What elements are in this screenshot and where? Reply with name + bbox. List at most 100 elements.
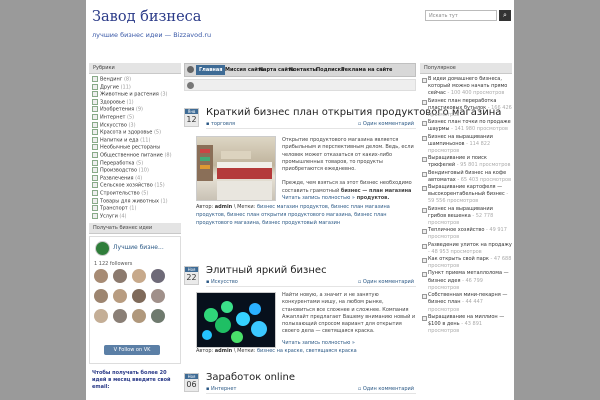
avatar[interactable] (94, 309, 108, 324)
rss-icon[interactable] (187, 81, 194, 89)
post-comments[interactable]: ▫ Один комментарий (358, 279, 414, 285)
category-label: Напитки и еда (100, 137, 139, 144)
avatar[interactable] (151, 309, 165, 324)
category-count: (1) (160, 198, 168, 204)
category-item[interactable]: Общественное питание (8) (89, 151, 181, 160)
post-date: Ноя 06 (184, 373, 199, 392)
category-item[interactable]: Развлечения (4) (89, 174, 181, 183)
popular-item[interactable]: Бизнес план точки по продаже шаурмы - 14… (420, 119, 512, 133)
post-category-label: Интернет (210, 386, 237, 392)
post-author[interactable]: admin (215, 204, 232, 210)
category-item[interactable]: Строительство (5) (89, 189, 181, 198)
popular-item-views: - 141 980 просмотров (451, 126, 508, 133)
post-comments[interactable]: ▫ Один комментарий (358, 121, 414, 127)
rubrics-title: Рубрики (89, 63, 181, 74)
category-count: (1) (129, 205, 137, 212)
avatar[interactable] (94, 289, 108, 304)
popular-item[interactable]: Собственная мини-пекарня — бизнес план -… (420, 292, 512, 314)
post-author[interactable]: admin (215, 348, 232, 354)
search-input[interactable]: Искать тут (425, 10, 497, 21)
category-count: (5) (127, 114, 135, 121)
avatar[interactable] (151, 269, 165, 284)
read-more-link[interactable]: Читать запись полностью » (282, 340, 355, 346)
home-icon[interactable] (187, 66, 194, 73)
category-count: (8) (123, 76, 132, 83)
read-more-after: продуктов. (354, 195, 390, 202)
avatar[interactable] (113, 309, 127, 324)
popular-item[interactable]: Как открыть свой парк - 47 688 просмотро… (420, 256, 512, 270)
vk-follow-button[interactable]: ᐯ Follow on VK (104, 345, 160, 356)
category-count: (4) (135, 175, 143, 182)
nav-item-ads[interactable]: Реклама на сайте (338, 65, 395, 75)
search-icon[interactable]: ⌕ (499, 10, 511, 21)
category-item[interactable]: Товары для животных (1) (89, 197, 181, 206)
popular-item[interactable]: Бизнес план переработка пластиковых буты… (420, 98, 512, 120)
category-item[interactable]: Интернет (5) (89, 113, 181, 122)
popular-item[interactable]: Пункт приема металлолома — бизнес идея -… (420, 270, 512, 292)
post-title[interactable]: Заработок online (206, 372, 295, 383)
popular-item-label: Разведение улиток на продажу (428, 241, 512, 248)
category-count: (4) (119, 213, 127, 220)
post-image[interactable] (196, 292, 276, 348)
read-more-line: Читать запись полностью » (282, 340, 416, 347)
category-label: Сельское хозяйство (100, 182, 153, 189)
popular-item[interactable]: Выращивание картофеля — высокорентабельн… (420, 184, 512, 206)
popular-item[interactable]: Разведение улиток на продажу - 48 953 пр… (420, 242, 512, 256)
category-checkbox-icon (92, 189, 98, 196)
get-ideas-title: Получать бизнес идеи (89, 223, 181, 235)
popular-item[interactable]: В идеи домашнего бизнеса, который можно … (420, 76, 512, 98)
category-count: (11) (120, 84, 131, 91)
category-item[interactable]: Изобретения (9) (89, 106, 181, 114)
site-title[interactable]: Завод бизнеса (92, 9, 201, 25)
popular-item[interactable]: Бизнес на выращивании грибов вешенка - 5… (420, 206, 512, 228)
vk-group-name[interactable]: Лучшие бизне... (113, 244, 164, 251)
category-item[interactable]: Красота и здоровье (5) (89, 129, 181, 137)
popular-item-views: - 48 953 просмотров (428, 248, 482, 255)
avatar[interactable] (132, 289, 146, 304)
category-item[interactable]: Переработка (5) (89, 159, 181, 168)
category-item[interactable]: Производство (10) (89, 167, 181, 175)
bullet-icon (422, 171, 427, 177)
category-item[interactable]: Напитки и еда (11) (89, 136, 181, 145)
popular-item[interactable]: Выращивание на миллион — $100 в день - 4… (420, 314, 512, 336)
divider (206, 393, 416, 394)
popular-item[interactable]: Тепличное хозяйство - 49 917 просмотров (420, 227, 512, 241)
category-item[interactable]: Вендинг (8) (89, 76, 181, 84)
post-category[interactable]: ▪ торговля (206, 121, 235, 127)
bullet-icon (422, 207, 427, 213)
category-item[interactable]: Искусство (3) (89, 121, 181, 130)
avatar[interactable] (113, 269, 127, 284)
category-checkbox-icon (92, 182, 98, 189)
avatar[interactable] (151, 289, 165, 304)
popular-item[interactable]: Выращивание и поиск трюфелей - 95 801 пр… (420, 155, 512, 169)
popular-item[interactable]: Бизнес на выращивании шампиньонов - 114 … (420, 134, 512, 156)
avatar[interactable] (94, 269, 108, 284)
popular-title: Популярное (420, 63, 512, 74)
bullet-icon (422, 78, 427, 83)
avatar[interactable] (113, 289, 127, 304)
category-item[interactable]: Животные и растения (3) (89, 91, 181, 99)
avatar[interactable] (132, 309, 146, 324)
vk-group-avatar[interactable] (95, 241, 110, 257)
category-count: (8) (164, 152, 172, 159)
category-item[interactable]: Услуги (4) (89, 212, 181, 221)
post-comments[interactable]: ▫ Один комментарий (358, 386, 414, 392)
category-item[interactable]: Другие (11) (89, 83, 181, 92)
post-category[interactable]: ▪ Интернет (206, 386, 236, 392)
read-more-link[interactable]: Читать запись полностью » (282, 195, 355, 201)
post-title[interactable]: Элитный яркий бизнес (206, 265, 327, 276)
popular-item-views: - 100 400 просмотров (447, 90, 505, 97)
post-image[interactable] (196, 136, 276, 201)
category-item[interactable]: Сельское хозяйство (15) (89, 182, 181, 190)
post-excerpt: Найти новую, а значит и не занятую конку… (282, 292, 416, 347)
post-tag-links[interactable]: бизнес на краске, светящаяся краска (257, 348, 357, 354)
category-item[interactable]: Необычные рестораны (89, 144, 181, 152)
category-item[interactable]: Транспорт (1) (89, 205, 181, 213)
post-comments-label: Один комментарий (362, 279, 414, 285)
category-item[interactable]: Здоровье (1) (89, 98, 181, 107)
avatar[interactable] (132, 269, 146, 284)
popular-item[interactable]: Вендинговый бизнес на кофе автоматах - 6… (420, 170, 512, 184)
category-list: Вендинг (8) Другие (11) Животные и растени… (89, 76, 181, 220)
post-category[interactable]: ▪ Искусство (206, 279, 238, 285)
left-sidebar: Рубрики Вендинг (8) Другие (11) Животные и… (89, 63, 181, 391)
